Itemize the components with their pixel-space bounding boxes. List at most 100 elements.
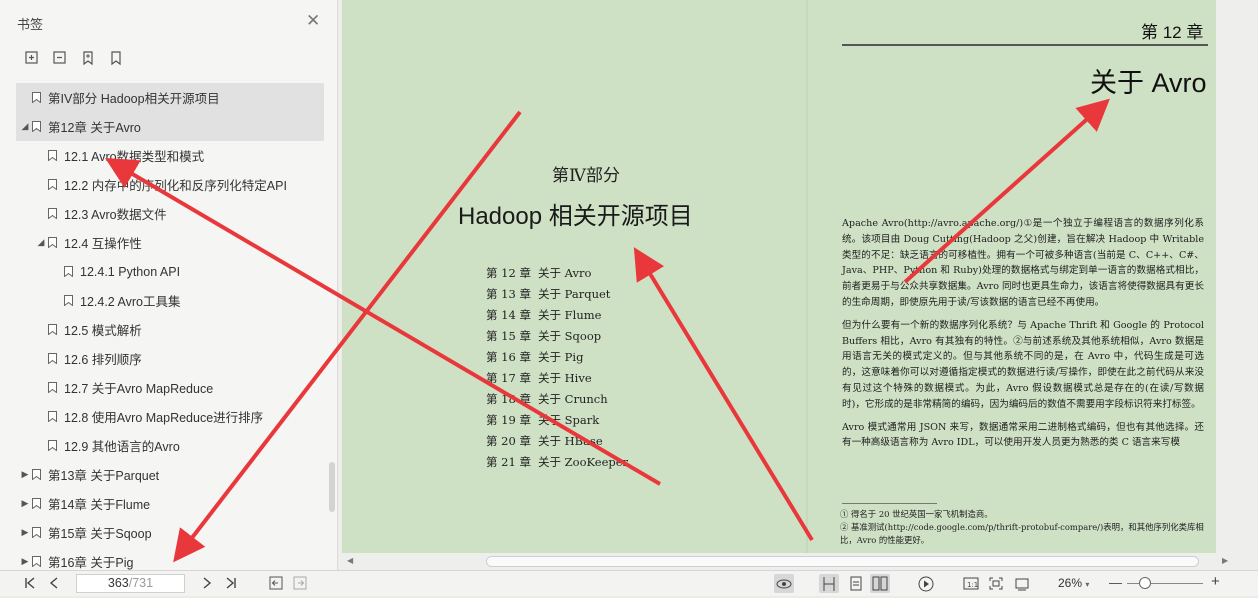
reader-window: 书签 ✕ 第IV部分 Hadoop相关开源项目 ◢ 第12章 关于Avro 12.1 …	[0, 0, 1258, 596]
toc-chapter-name: 关于 Avro	[538, 266, 592, 280]
toc-chapter-name: 关于 Crunch	[538, 392, 608, 406]
page-number-field[interactable]: 363/731	[76, 574, 185, 593]
toc-chapter-number: 第 13 章	[486, 287, 531, 301]
bookmark-label: 12.1 Avro数据类型和模式	[64, 150, 205, 164]
bookmark-item[interactable]: 12.7 关于Avro MapReduce	[16, 373, 324, 402]
bookmark-item[interactable]: 12.4.1 Python API	[16, 257, 324, 286]
bookmark-icon	[48, 324, 57, 336]
bookmark-item[interactable]: 12.9 其他语言的Avro	[16, 431, 324, 460]
toc-chapter-name: 关于 Flume	[538, 308, 602, 322]
bookmark-label: 12.3 Avro数据文件	[64, 208, 167, 222]
chapter-number: 第 12 章	[1141, 23, 1204, 42]
toc-chapter-number: 第 20 章	[486, 434, 531, 448]
close-icon[interactable]: ✕	[306, 12, 320, 29]
bookmark-icon	[64, 266, 73, 278]
collapse-arrow-icon[interactable]: ◢	[36, 237, 46, 248]
first-page-icon[interactable]	[20, 574, 40, 592]
horizontal-scroll-thumb[interactable]	[486, 556, 1199, 567]
collapse-arrow-icon[interactable]: ◢	[20, 121, 30, 132]
chapter-title: 关于 Avro	[1090, 68, 1207, 98]
bookmark-item[interactable]: 12.2 内存中的序列化和反序列化特定API	[16, 170, 324, 199]
forward-icon[interactable]	[290, 574, 310, 592]
bookmark-label: 12.6 排列顺序	[64, 353, 142, 367]
last-page-icon[interactable]	[221, 574, 241, 592]
bookmark-icon	[48, 440, 57, 452]
bookmark-icon	[32, 527, 41, 539]
expand-arrow-icon[interactable]: ▶	[20, 469, 30, 480]
zoom-level[interactable]: 26% ▾	[1058, 576, 1089, 590]
bookmark-item[interactable]: 12.5 模式解析	[16, 315, 324, 344]
bookmark-icon	[32, 92, 41, 104]
part-subtitle: Hadoop 相关开源项目	[458, 203, 693, 230]
bookmark-label: 12.5 模式解析	[64, 324, 142, 338]
bookmark-icon	[48, 150, 57, 162]
toc-chapter-name: 关于 ZooKeeper	[538, 455, 629, 469]
panel-title: 书签	[17, 17, 44, 32]
footnote: ② 基准测试(http://code.google.com/p/thrift-p…	[840, 522, 1204, 545]
part-title: 第Ⅳ部分	[552, 166, 620, 186]
vertical-scrollbar[interactable]	[1240, 0, 1258, 553]
bookmark-item[interactable]: 第IV部分 Hadoop相关开源项目	[16, 83, 324, 112]
expand-all-icon[interactable]	[24, 50, 40, 66]
bookmark-item[interactable]: 12.3 Avro数据文件	[16, 199, 324, 228]
toc-chapter-number: 第 19 章	[486, 413, 531, 427]
bookmark-item[interactable]: ▶ 第14章 关于Flume	[16, 489, 324, 518]
back-icon[interactable]	[266, 574, 286, 592]
zoom-in-button[interactable]: +	[1211, 573, 1220, 590]
bookmark-icon	[32, 498, 41, 510]
bookmark-item[interactable]: 12.8 使用Avro MapReduce进行排序	[16, 402, 324, 431]
scroll-right-icon[interactable]: ▶	[1222, 556, 1228, 565]
bookmark-label: 第13章 关于Parquet	[48, 469, 160, 483]
page-gutter	[806, 0, 808, 553]
bookmark-outline-icon[interactable]	[108, 50, 124, 66]
single-page-icon[interactable]	[819, 574, 839, 593]
eye-protection-icon[interactable]	[774, 574, 794, 593]
toc-chapter-name: 关于 Pig	[538, 350, 584, 364]
zoom-slider-handle[interactable]	[1139, 577, 1151, 589]
bookmark-tree: 第IV部分 Hadoop相关开源项目 ◢ 第12章 关于Avro 12.1 Avro数…	[16, 83, 324, 570]
bookmark-label: 12.9 其他语言的Avro	[64, 440, 180, 454]
toc-chapter-name: 关于 Spark	[538, 413, 600, 427]
panel-scrollbar[interactable]	[329, 462, 335, 512]
zoom-dropdown-icon[interactable]: ▾	[1085, 580, 1089, 589]
bookmark-label: 第12章 关于Avro	[48, 121, 141, 135]
add-bookmark-icon[interactable]	[80, 50, 96, 66]
bookmark-item[interactable]: 12.4.2 Avro工具集	[16, 286, 324, 315]
bookmark-label: 第IV部分 Hadoop相关开源项目	[48, 92, 220, 106]
play-icon[interactable]	[916, 574, 936, 593]
expand-arrow-icon[interactable]: ▶	[20, 498, 30, 509]
scroll-left-icon[interactable]: ◀	[347, 556, 353, 565]
bookmark-label: 12.4.2 Avro工具集	[80, 295, 181, 309]
actual-size-icon[interactable]: 1:1	[961, 574, 981, 593]
bookmark-icon	[48, 411, 57, 423]
toc-chapter-number: 第 12 章	[486, 266, 531, 280]
toc-chapter-name: 关于 Sqoop	[538, 329, 602, 343]
bookmark-icon	[32, 121, 41, 133]
bookmark-item[interactable]: ▶ 第13章 关于Parquet	[16, 460, 324, 489]
bookmark-item[interactable]: ▶ 第15章 关于Sqoop	[16, 518, 324, 547]
double-page-icon[interactable]	[870, 574, 890, 593]
bookmark-item[interactable]: 12.6 排列顺序	[16, 344, 324, 373]
bookmark-label: 12.8 使用Avro MapReduce进行排序	[64, 411, 264, 425]
continuous-page-icon[interactable]	[846, 574, 866, 593]
bookmark-panel: 书签 ✕ 第IV部分 Hadoop相关开源项目 ◢ 第12章 关于Avro 12.1 …	[0, 0, 338, 570]
paragraph: 但为什么要有一个新的数据序列化系统？与 Apache Thrift 和 Goog…	[842, 319, 1204, 410]
prev-page-icon[interactable]	[44, 574, 64, 592]
rotate-icon[interactable]	[1012, 574, 1032, 593]
bookmark-icon	[48, 382, 57, 394]
zoom-out-button[interactable]: —	[1109, 575, 1122, 590]
expand-arrow-icon[interactable]: ▶	[20, 527, 30, 538]
fit-page-icon[interactable]	[986, 574, 1006, 593]
bookmark-item[interactable]: ▶ 第16章 关于Pig	[16, 547, 324, 570]
toc-chapter-name: 关于 Hive	[538, 371, 592, 385]
bookmark-label: 12.2 内存中的序列化和反序列化特定API	[64, 179, 287, 193]
bookmark-icon	[32, 469, 41, 481]
toc-chapter-number: 第 14 章	[486, 308, 531, 322]
expand-arrow-icon[interactable]: ▶	[20, 556, 30, 567]
bookmark-label: 第15章 关于Sqoop	[48, 527, 152, 541]
bookmark-item[interactable]: 12.1 Avro数据类型和模式	[16, 141, 324, 170]
bookmark-item[interactable]: ◢ 12.4 互操作性	[16, 228, 324, 257]
collapse-all-icon[interactable]	[52, 50, 68, 66]
next-page-icon[interactable]	[197, 574, 217, 592]
bookmark-item[interactable]: ◢ 第12章 关于Avro	[16, 112, 324, 141]
